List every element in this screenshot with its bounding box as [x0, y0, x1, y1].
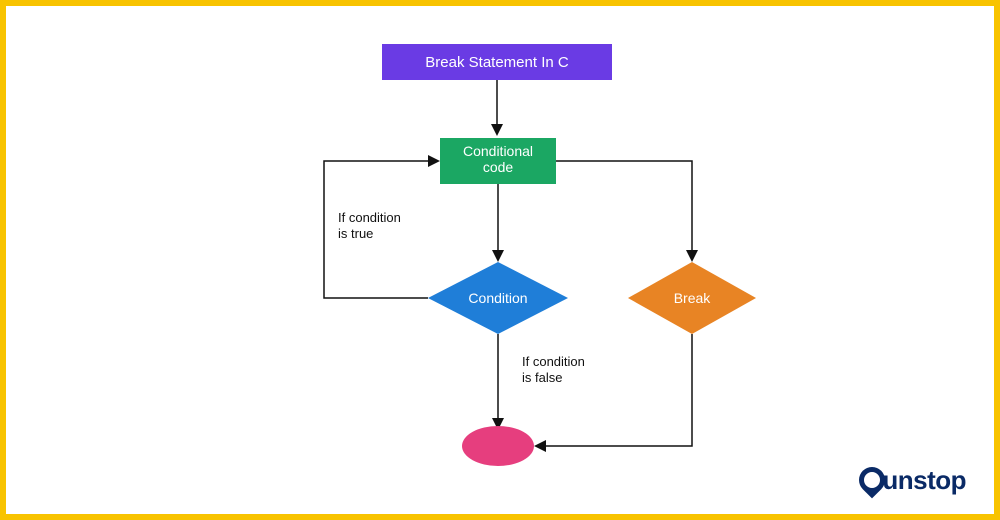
- condcode-line2: code: [483, 159, 514, 175]
- arrowhead-2: [492, 250, 504, 262]
- annot-true-l2: is true: [338, 226, 373, 241]
- flowchart-svg: Break Statement In C Conditional code Co…: [6, 6, 994, 514]
- diagram-frame: Break Statement In C Conditional code Co…: [0, 0, 1000, 520]
- annot-false-l1: If condition: [522, 354, 585, 369]
- edge-break-to-end: [544, 334, 692, 446]
- brand-part2: stop: [913, 465, 966, 495]
- node-end: [462, 426, 534, 466]
- arrowhead-break: [686, 250, 698, 262]
- condition-text: Condition: [468, 290, 527, 306]
- brand-logo: unstop: [859, 465, 966, 496]
- title-text: Break Statement In C: [425, 54, 569, 71]
- edge-condcode-to-break: [556, 161, 692, 252]
- break-text: Break: [674, 290, 712, 306]
- arrowhead-loop: [428, 155, 440, 167]
- arrowhead-end2: [534, 440, 546, 452]
- brand-part1: un: [882, 465, 913, 495]
- annot-true-l1: If condition: [338, 210, 401, 225]
- condcode-line1: Conditional: [463, 143, 533, 159]
- arrowhead-1: [491, 124, 503, 136]
- annot-false-l2: is false: [522, 370, 562, 385]
